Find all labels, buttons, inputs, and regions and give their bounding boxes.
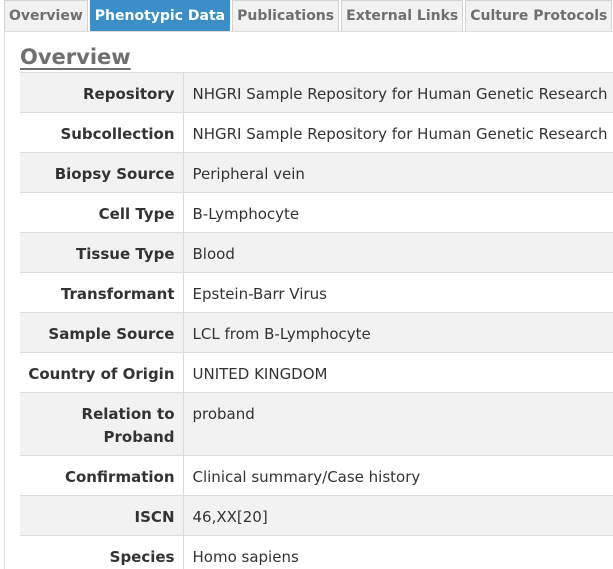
table-row: Relation to Proband proband [20,392,613,456]
row-label: Tissue Type [20,232,184,273]
table-row: Species Homo sapiens [20,535,613,569]
table-row: Repository NHGRI Sample Repository for H… [20,72,613,113]
row-value: Homo sapiens [183,535,613,569]
row-label: Confirmation [20,455,184,496]
row-label: Biopsy Source [20,152,184,193]
table-row: Subcollection NHGRI Sample Repository fo… [20,112,613,153]
row-label: Subcollection [20,112,184,153]
section-title: Overview [20,45,131,69]
table-row: Biopsy Source Peripheral vein [20,152,613,193]
tab-overview[interactable]: Overview [4,0,88,31]
page: Overview Phenotypic Data Publications Ex… [0,0,613,569]
table-row: Transformant Epstein-Barr Virus [20,272,613,313]
table-row: Cell Type B-Lymphocyte [20,192,613,233]
row-value: UNITED KINGDOM [183,352,613,393]
row-value: proband [183,392,613,456]
table-row: Confirmation Clinical summary/Case histo… [20,455,613,496]
row-value: B-Lymphocyte [183,192,613,233]
table-row: Tissue Type Blood [20,232,613,273]
tab-panel: Overview Repository NHGRI Sample Reposit… [4,31,613,569]
row-value: Peripheral vein [183,152,613,193]
row-label: Cell Type [20,192,184,233]
row-value: 46,XX[20] [183,495,613,536]
tab-bar: Overview Phenotypic Data Publications Ex… [4,0,613,31]
row-value: NHGRI Sample Repository for Human Geneti… [183,72,613,113]
row-label: Country of Origin [20,352,184,393]
overview-table: Repository NHGRI Sample Repository for H… [20,72,613,569]
row-value: LCL from B-Lymphocyte [183,312,613,353]
table-row: Country of Origin UNITED KINGDOM [20,352,613,393]
row-value: Blood [183,232,613,273]
row-label: Relation to Proband [20,392,184,456]
table-row: Sample Source LCL from B-Lymphocyte [20,312,613,353]
row-value: Clinical summary/Case history [183,455,613,496]
row-value: Epstein-Barr Virus [183,272,613,313]
tab-external-links[interactable]: External Links [341,0,464,31]
tab-phenotypic-data[interactable]: Phenotypic Data [89,0,231,31]
row-label: ISCN [20,495,184,536]
row-label: Sample Source [20,312,184,353]
table-row: ISCN 46,XX[20] [20,495,613,536]
tab-publications[interactable]: Publications [232,0,340,31]
row-label: Repository [20,72,184,113]
row-label: Transformant [20,272,184,313]
row-value: NHGRI Sample Repository for Human Geneti… [183,112,613,153]
tab-culture-protocols[interactable]: Culture Protocols [465,0,613,31]
row-label: Species [20,535,184,569]
